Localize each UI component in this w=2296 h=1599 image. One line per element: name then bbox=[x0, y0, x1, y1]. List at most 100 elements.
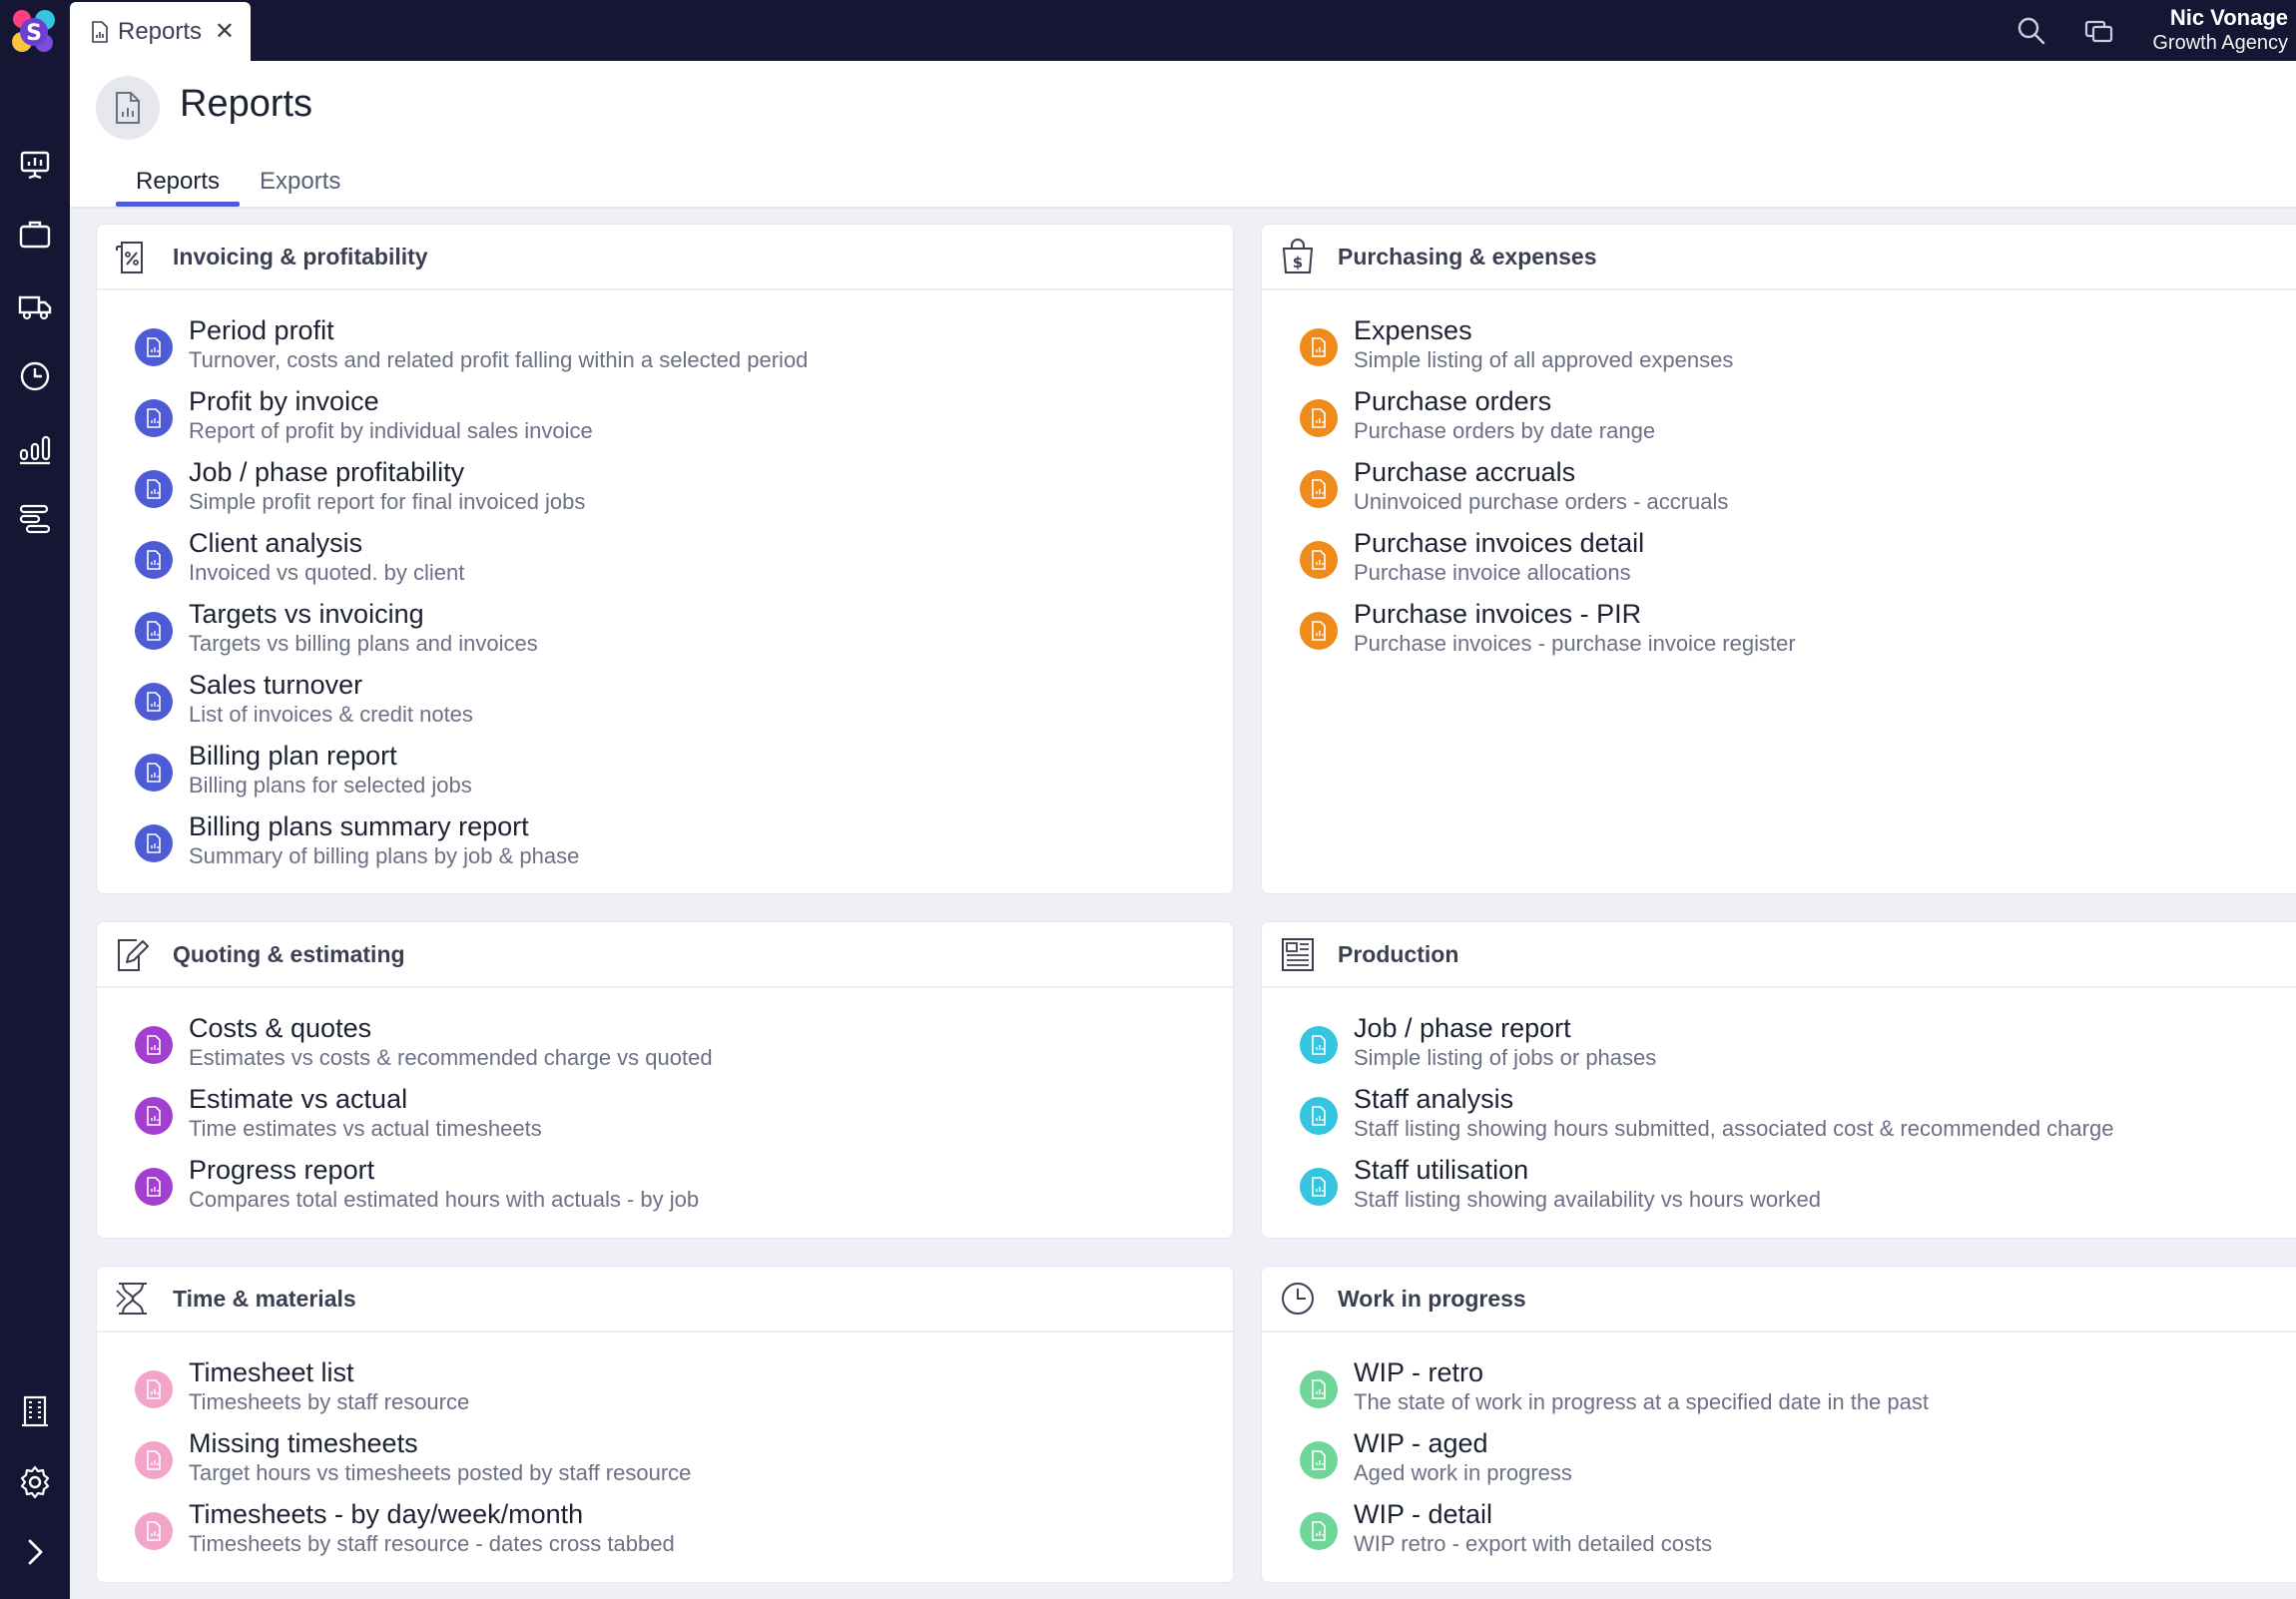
report-description: Uninvoiced purchase orders - accruals bbox=[1354, 489, 1729, 514]
report-item-billing-plans-summary[interactable]: Billing plans summary report Summary of b… bbox=[97, 810, 1233, 881]
report-item-progress-report[interactable]: Progress report Compares total estimated … bbox=[97, 1154, 1233, 1225]
report-item-client-analysis[interactable]: Client analysis Invoiced vs quoted. by cl… bbox=[97, 527, 1233, 598]
card-title: Purchasing & expenses bbox=[1338, 243, 1597, 269]
report-item-period-profit[interactable]: Period profit Turnover, costs and related… bbox=[97, 314, 1233, 385]
report-description: Simple profit report for final invoiced … bbox=[189, 489, 586, 514]
report-list: Period profit Turnover, costs and related… bbox=[97, 290, 1233, 881]
report-description: Summary of billing plans by job & phase bbox=[189, 843, 580, 868]
report-description: Targets vs billing plans and invoices bbox=[189, 631, 538, 656]
report-item-purchase-accruals[interactable]: Purchase accruals Uninvoiced purchase ord… bbox=[1262, 456, 2296, 527]
close-tab-icon[interactable]: ✕ bbox=[215, 17, 235, 46]
page-avatar bbox=[96, 76, 160, 140]
report-icon bbox=[1300, 612, 1338, 650]
report-icon bbox=[1300, 1370, 1338, 1408]
report-item-job-phase-report[interactable]: Job / phase report Simple listing of jobs… bbox=[1262, 1012, 2296, 1083]
settings-gear-icon[interactable] bbox=[17, 1464, 53, 1500]
report-icon bbox=[135, 683, 173, 721]
tab-exports[interactable]: Exports bbox=[240, 165, 360, 207]
report-list: WIP - retro The state of work in progress… bbox=[1262, 1332, 2296, 1569]
clock-icon[interactable] bbox=[17, 358, 53, 394]
report-description: Turnover, costs and related profit falli… bbox=[189, 347, 809, 372]
report-icon bbox=[1300, 1512, 1338, 1550]
card-title: Invoicing & profitability bbox=[173, 243, 428, 269]
report-icon bbox=[135, 1168, 173, 1206]
report-item-missing-timesheets[interactable]: Missing timesheets Target hours vs timesh… bbox=[97, 1427, 1233, 1498]
report-icon bbox=[1300, 399, 1338, 437]
report-description: Simple listing of jobs or phases bbox=[1354, 1045, 1657, 1070]
briefcase-icon[interactable] bbox=[17, 217, 53, 253]
building-icon[interactable] bbox=[17, 1393, 53, 1429]
report-item-estimate-vs-actual[interactable]: Estimate vs actual Time estimates vs actu… bbox=[97, 1083, 1233, 1154]
report-description: Purchase invoice allocations bbox=[1354, 560, 1631, 585]
report-title: Purchase invoices detail bbox=[1354, 528, 1645, 558]
report-item-purchase-invoices-pir[interactable]: Purchase invoices - PIR Purchase invoices… bbox=[1262, 598, 2296, 669]
report-title: WIP - aged bbox=[1354, 1428, 1488, 1458]
report-title: Targets vs invoicing bbox=[189, 599, 424, 629]
tab-reports[interactable]: Reports bbox=[116, 165, 241, 207]
card-time-materials: Time & materials Timesheet list Timesheet… bbox=[96, 1266, 1234, 1583]
report-title: Staff utilisation bbox=[1354, 1155, 1529, 1185]
expand-chevron-right-icon[interactable] bbox=[17, 1534, 53, 1570]
report-item-costs-quotes[interactable]: Costs & quotes Estimates vs costs & recom… bbox=[97, 1012, 1233, 1083]
card-header: Invoicing & profitability bbox=[97, 225, 1233, 290]
report-item-purchase-orders[interactable]: Purchase orders Purchase orders by date r… bbox=[1262, 385, 2296, 456]
report-item-staff-utilisation[interactable]: Staff utilisation Staff listing showing a… bbox=[1262, 1154, 2296, 1225]
report-item-wip-aged[interactable]: WIP - aged Aged work in progress bbox=[1262, 1427, 2296, 1498]
report-title: Sales turnover bbox=[189, 670, 363, 700]
report-list: Expenses Simple listing of all approved e… bbox=[1262, 290, 2296, 669]
report-description: Staff listing showing availability vs ho… bbox=[1354, 1187, 1821, 1212]
user-menu[interactable]: Nic Vonage Growth Agency bbox=[2152, 5, 2288, 55]
card-title: Quoting & estimating bbox=[173, 940, 405, 967]
app-logo[interactable]: S bbox=[8, 6, 60, 58]
report-title: Job / phase report bbox=[1354, 1013, 1571, 1043]
report-item-expenses[interactable]: Expenses Simple listing of all approved e… bbox=[1262, 314, 2296, 385]
report-item-timesheet-list[interactable]: Timesheet list Timesheets by staff resour… bbox=[97, 1356, 1233, 1427]
top-bar: S Reports ✕ Nic Vonage Growth Agency bbox=[0, 0, 2296, 61]
report-item-timesheets-by-period[interactable]: Timesheets - by day/week/month Timesheets… bbox=[97, 1498, 1233, 1569]
report-item-profit-by-invoice[interactable]: Profit by invoice Report of profit by ind… bbox=[97, 385, 1233, 456]
report-description: Invoiced vs quoted. by client bbox=[189, 560, 465, 585]
report-description: Timesheets by staff resource - dates cro… bbox=[189, 1531, 675, 1556]
page-title: Reports bbox=[180, 83, 313, 125]
report-icon bbox=[135, 1512, 173, 1550]
report-icon bbox=[1300, 1168, 1338, 1206]
report-title: Purchase orders bbox=[1354, 386, 1552, 416]
report-description: The state of work in progress at a speci… bbox=[1354, 1389, 1929, 1414]
report-title: Staff analysis bbox=[1354, 1084, 1514, 1114]
bar-chart-icon[interactable] bbox=[17, 430, 53, 466]
report-item-wip-retro[interactable]: WIP - retro The state of work in progress… bbox=[1262, 1356, 2296, 1427]
card-header: Time & materials bbox=[97, 1267, 1233, 1332]
report-icon bbox=[135, 1026, 173, 1064]
delivery-truck-icon[interactable] bbox=[17, 288, 53, 324]
report-description: Purchase orders by date range bbox=[1354, 418, 1656, 443]
card-work-in-progress: Work in progress WIP - retro The state of… bbox=[1261, 1266, 2296, 1583]
report-description: Staff listing showing hours submitted, a… bbox=[1354, 1116, 2114, 1141]
search-icon[interactable] bbox=[2014, 14, 2048, 48]
report-document-icon bbox=[116, 92, 140, 124]
report-description: Report of profit by individual sales inv… bbox=[189, 418, 593, 443]
report-item-billing-plan-report[interactable]: Billing plan report Billing plans for sel… bbox=[97, 740, 1233, 810]
report-item-job-phase-profitability[interactable]: Job / phase profitability Simple profit r… bbox=[97, 456, 1233, 527]
report-item-sales-turnover[interactable]: Sales turnover List of invoices & credit … bbox=[97, 669, 1233, 740]
windows-icon[interactable] bbox=[2082, 14, 2116, 48]
report-icon bbox=[1300, 328, 1338, 366]
dashboard-presentation-icon[interactable] bbox=[17, 147, 53, 183]
report-description: Estimates vs costs & recommended charge … bbox=[189, 1045, 713, 1070]
report-item-targets-vs-invoicing[interactable]: Targets vs invoicing Targets vs billing p… bbox=[97, 598, 1233, 669]
report-icon bbox=[135, 824, 173, 862]
report-icon bbox=[135, 1097, 173, 1135]
report-item-wip-detail[interactable]: WIP - detail WIP retro - export with deta… bbox=[1262, 1498, 2296, 1569]
svg-text:S: S bbox=[26, 21, 42, 46]
report-item-purchase-invoices-detail[interactable]: Purchase invoices detail Purchase invoice… bbox=[1262, 527, 2296, 598]
report-list: Timesheet list Timesheets by staff resour… bbox=[97, 1332, 1233, 1569]
page-tabs: Reports Exports bbox=[116, 165, 360, 207]
report-title: Billing plans summary report bbox=[189, 811, 529, 841]
report-item-staff-analysis[interactable]: Staff analysis Staff listing showing hour… bbox=[1262, 1083, 2296, 1154]
report-icon bbox=[1300, 470, 1338, 508]
gantt-schedule-icon[interactable] bbox=[17, 501, 53, 537]
report-description: Compares total estimated hours with actu… bbox=[189, 1187, 700, 1212]
open-tab-label: Reports bbox=[118, 17, 203, 45]
open-tab-reports[interactable]: Reports ✕ bbox=[70, 2, 251, 61]
page-header: Reports Reports Exports bbox=[70, 61, 2296, 209]
report-description: Aged work in progress bbox=[1354, 1460, 1572, 1485]
